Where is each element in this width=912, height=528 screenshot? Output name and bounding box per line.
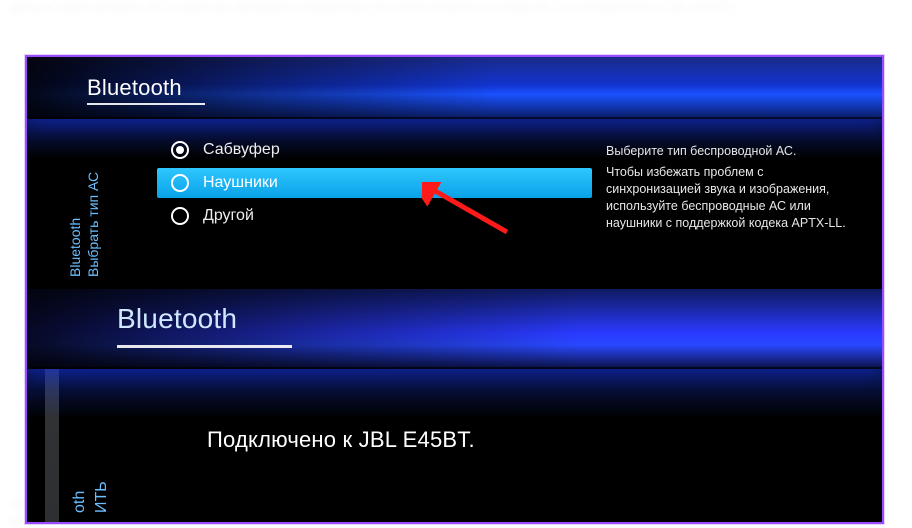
vertical-tabs: Bluetooth Выбрать тип АС bbox=[67, 129, 97, 279]
vertical-tabs: oth ИТЬ bbox=[71, 385, 101, 515]
option-other[interactable]: Другой bbox=[157, 201, 592, 231]
header-title: Bluetooth bbox=[117, 303, 237, 335]
radio-icon bbox=[171, 207, 189, 225]
header-underline bbox=[87, 103, 205, 105]
screenshot-frame: Bluetooth Bluetooth Выбрать тип АС Сабву… bbox=[25, 55, 884, 524]
header-bar: Bluetooth bbox=[27, 57, 882, 119]
header-glow bbox=[27, 369, 882, 419]
vertical-tab-partial-1[interactable]: oth bbox=[71, 491, 89, 513]
body-text-above: Дальше нужно выбрать тип устройства. Выб… bbox=[10, 0, 902, 16]
radio-icon bbox=[171, 174, 189, 192]
header-title: Bluetooth bbox=[87, 75, 182, 101]
help-title: Выберите тип беспроводной АС. bbox=[606, 143, 856, 160]
header-underline bbox=[117, 345, 292, 348]
vertical-tab-partial-2[interactable]: ИТЬ bbox=[93, 481, 111, 513]
vertical-tab-select-type[interactable]: Выбрать тип АС bbox=[85, 172, 101, 277]
option-label: Наушники bbox=[203, 174, 578, 192]
help-body: Чтобы избежать проблем с синхронизацией … bbox=[606, 164, 856, 232]
option-headphones[interactable]: Наушники bbox=[157, 168, 592, 198]
connection-status: Подключено к JBL E45BT. bbox=[207, 427, 475, 453]
option-label: Сабвуфер bbox=[203, 141, 578, 159]
radio-icon bbox=[171, 141, 189, 159]
header-bar: Bluetooth bbox=[27, 289, 882, 369]
option-subwoofer[interactable]: Сабвуфер bbox=[157, 135, 592, 165]
vertical-tab-bluetooth[interactable]: Bluetooth bbox=[67, 218, 83, 277]
option-label: Другой bbox=[203, 207, 578, 225]
device-type-list: Сабвуфер Наушники Другой bbox=[157, 135, 592, 234]
tv-screen-connected: Bluetooth oth ИТЬ Подключено к JBL E45BT… bbox=[27, 289, 882, 522]
help-text: Выберите тип беспроводной АС. Чтобы избе… bbox=[606, 143, 856, 231]
tv-screen-select-type: Bluetooth Bluetooth Выбрать тип АС Сабву… bbox=[27, 57, 882, 285]
